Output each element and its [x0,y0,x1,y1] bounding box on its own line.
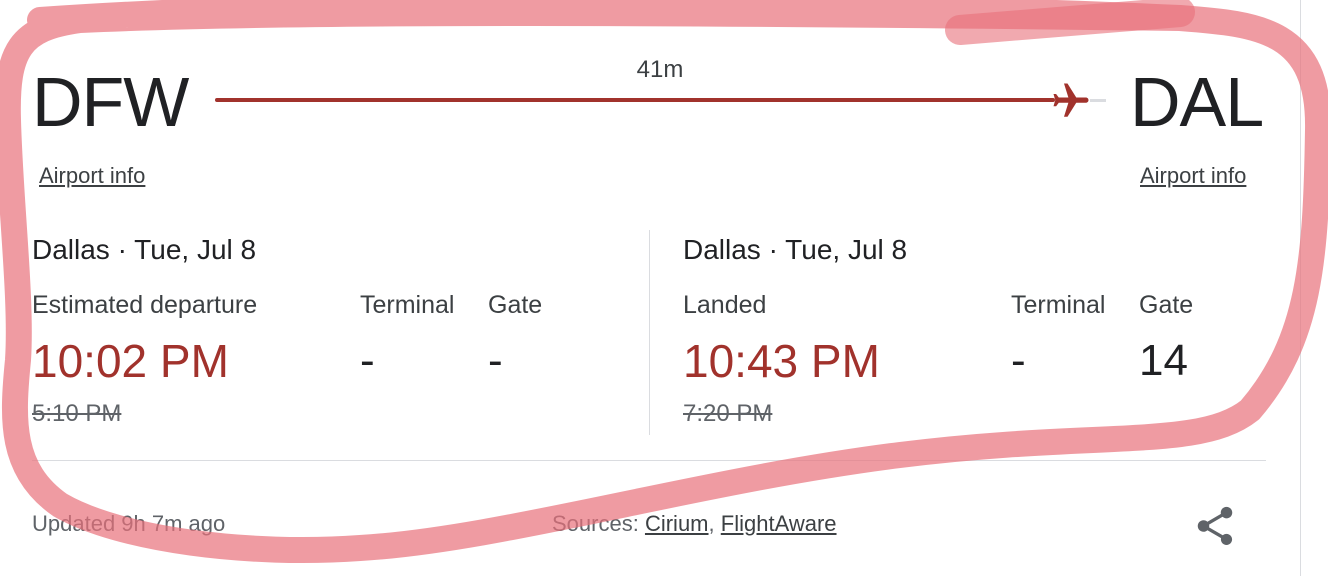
origin-terminal-label: Terminal [360,291,455,319]
airplane-icon [1053,83,1089,117]
sources-separator: , [708,511,715,536]
source-link-cirium[interactable]: Cirium [645,511,709,536]
last-updated-text: Updated 9h 7m ago [32,511,226,536]
source-link-flightaware[interactable]: FlightAware [721,511,837,536]
destination-city-date: Dallas · Tue, Jul 8 [683,234,908,265]
origin-scheduled-time: 5:10 PM [32,400,122,427]
destination-gate-value: 14 [1139,336,1188,385]
destination-status-label: Landed [683,291,767,319]
destination-scheduled-time: 7:20 PM [683,400,773,427]
origin-terminal-value: - [360,336,375,385]
sources-label: Sources: [552,511,639,536]
route-progress-line [215,98,1055,102]
destination-terminal-value: - [1011,336,1026,385]
column-divider [649,230,650,435]
destination-arrival-time: 10:43 PM [683,335,880,387]
route-remaining-line [1090,99,1106,102]
sources-line: Sources: Cirium, FlightAware [552,511,837,537]
origin-city-date: Dallas · Tue, Jul 8 [32,234,257,265]
origin-airport-info-link[interactable]: Airport info [39,163,145,189]
origin-estimated-time: 10:02 PM [32,335,229,387]
origin-gate-value: - [488,336,503,385]
destination-airport-info-link[interactable]: Airport info [1140,163,1246,189]
footer-divider [32,460,1266,461]
origin-airport-code: DFW [32,63,189,141]
share-icon[interactable] [1192,503,1238,549]
flight-duration: 41m [636,56,684,83]
origin-status-label: Estimated departure [32,291,258,319]
destination-gate-label: Gate [1139,291,1194,319]
origin-gate-label: Gate [488,291,543,319]
destination-airport-code: DAL [1130,63,1264,141]
flight-status-card: DFW 41m DAL Airport info Airport info Da… [0,0,1301,576]
destination-terminal-label: Terminal [1011,291,1106,319]
